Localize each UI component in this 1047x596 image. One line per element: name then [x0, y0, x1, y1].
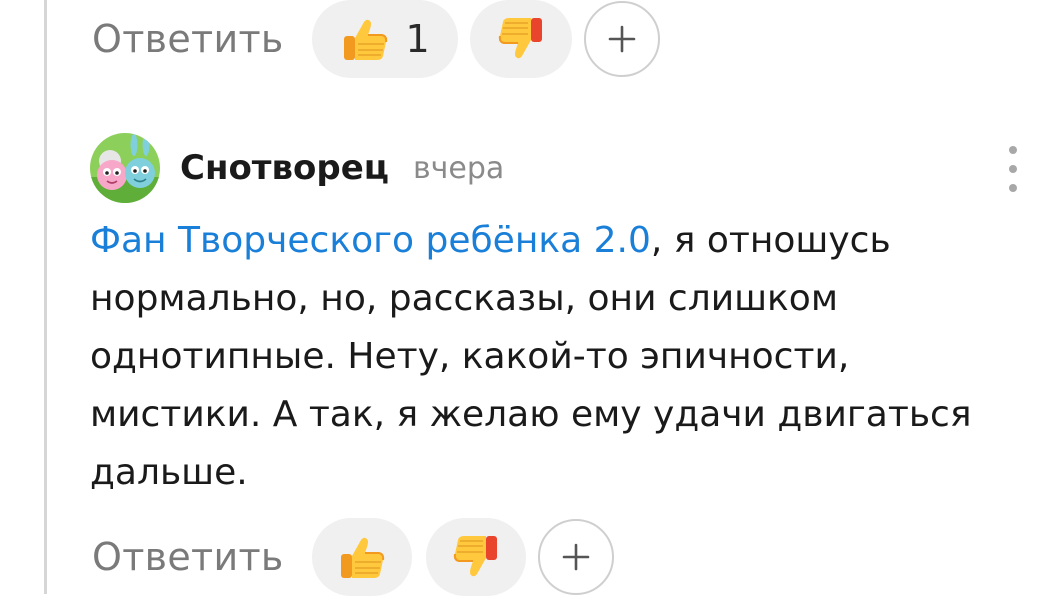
thumbs-down-icon — [498, 18, 542, 59]
comment-text: Фан Творческого ребёнка 2.0, я отношусь … — [90, 212, 1010, 502]
previous-comment-actions: Ответить 1 — [92, 0, 660, 78]
thumbs-down-icon — [453, 536, 497, 577]
plus-icon — [562, 543, 589, 571]
dislike-button[interactable] — [469, 0, 572, 78]
comment-actions: Ответить — [92, 518, 614, 596]
author-name[interactable]: Снотворец — [180, 148, 389, 188]
comment-header: Снотворец вчера — [90, 130, 504, 206]
thread-line — [44, 0, 47, 594]
more-vertical-icon — [1009, 146, 1017, 154]
timestamp: вчера — [412, 150, 505, 186]
reply-button[interactable]: Ответить — [92, 17, 284, 61]
more-menu-button[interactable] — [996, 146, 1030, 192]
reply-button[interactable]: Ответить — [92, 535, 284, 579]
thumbs-up-icon — [343, 19, 387, 60]
avatar[interactable] — [90, 133, 160, 203]
plus-icon — [608, 25, 635, 53]
like-button[interactable]: 1 — [311, 0, 458, 78]
add-reaction-button[interactable] — [583, 1, 660, 77]
like-count: 1 — [405, 17, 430, 61]
dislike-button[interactable] — [425, 518, 526, 596]
add-reaction-button[interactable] — [537, 519, 614, 595]
thumbs-up-icon — [340, 537, 384, 578]
like-button[interactable] — [311, 518, 412, 596]
avatar-smeshariki-icon — [90, 133, 160, 203]
mention-link[interactable]: Фан Творческого ребёнка 2.0 — [90, 220, 651, 261]
